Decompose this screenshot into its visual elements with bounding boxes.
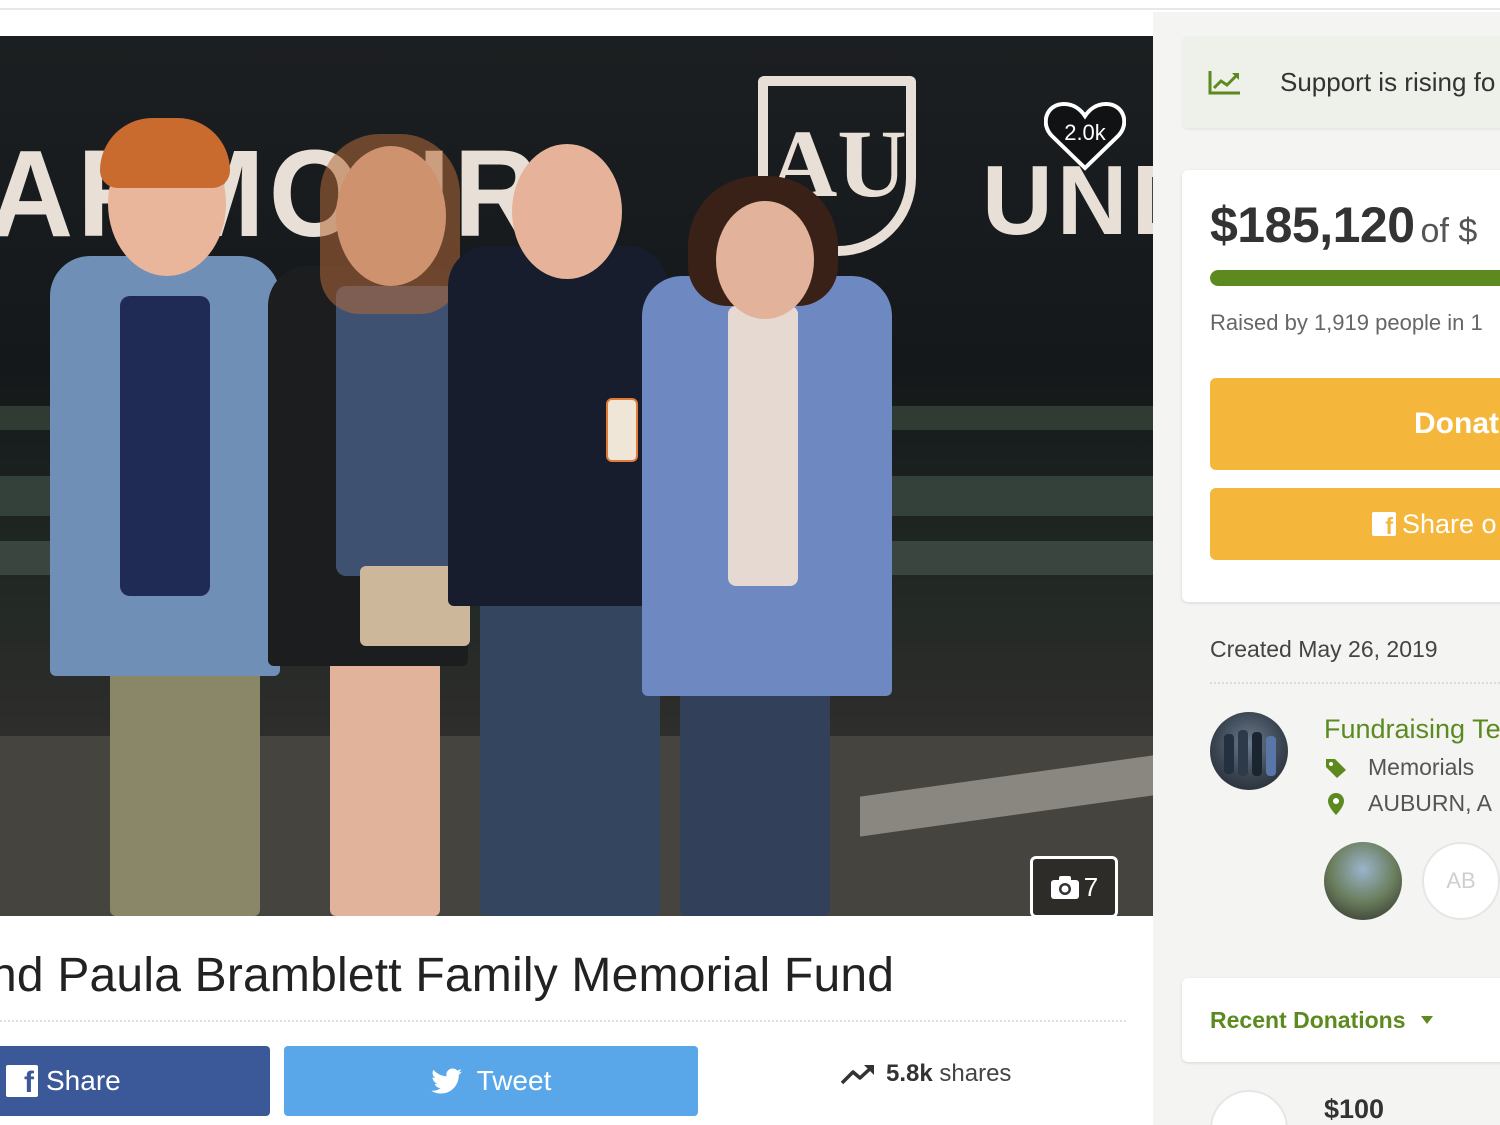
category-row[interactable]: Memorials	[1324, 754, 1474, 781]
tag-icon	[1326, 758, 1346, 778]
facebook-share-label: Share	[46, 1065, 121, 1096]
recent-donations-label: Recent Donations	[1210, 1006, 1406, 1033]
category-label: Memorials	[1368, 754, 1475, 780]
raised-by-text: Raised by 1,919 people in 1	[1210, 310, 1483, 335]
team-member-initials-avatar[interactable]: AB	[1422, 842, 1500, 920]
location-row: AUBURN, A	[1324, 790, 1492, 817]
top-border	[0, 0, 1500, 10]
created-divider	[1210, 682, 1500, 684]
share-on-facebook-label: Share o	[1402, 508, 1497, 539]
progress-bar	[1210, 270, 1500, 286]
trending-up-icon	[840, 1064, 875, 1085]
fundraising-team-link[interactable]: Fundraising Te	[1324, 714, 1500, 745]
like-badge[interactable]: 2.0k	[1044, 100, 1126, 172]
caret-down-icon	[1420, 1016, 1433, 1024]
camera-icon	[1050, 876, 1079, 899]
title-divider	[0, 1020, 1126, 1022]
chart-trend-icon	[1208, 71, 1240, 95]
share-on-facebook-button[interactable]: f Share o	[1210, 488, 1500, 560]
support-rising-text: Support is rising fo	[1280, 66, 1496, 97]
tweet-label: Tweet	[476, 1065, 552, 1096]
like-count: 2.0k	[1064, 120, 1106, 145]
amount-raised-value: $185,120	[1210, 197, 1415, 253]
campaign-photo[interactable]: ARMOUR AU UND	[0, 36, 1153, 916]
facebook-share-button[interactable]: f Share	[0, 1046, 270, 1116]
location-pin-icon	[1328, 792, 1344, 815]
created-date: Created May 26, 2019	[1210, 636, 1438, 662]
wall-lettering-left: ARMOUR	[0, 124, 543, 264]
facebook-icon: f	[6, 1065, 38, 1099]
share-count-suffix: shares	[939, 1060, 1012, 1087]
facebook-icon: f	[1372, 512, 1396, 539]
amount-goal-prefix: of $	[1420, 212, 1478, 250]
team-member-avatar[interactable]	[1324, 842, 1402, 920]
location-label: AUBURN, A	[1368, 790, 1492, 816]
progress-bar-fill	[1210, 270, 1500, 286]
donate-button[interactable]: Donat	[1210, 378, 1500, 470]
twitter-icon	[430, 1068, 462, 1093]
recent-donations-toggle[interactable]: Recent Donations	[1182, 978, 1500, 1062]
share-count-number: 5.8k	[886, 1060, 933, 1087]
campaign-title: nd Paula Bramblett Family Memorial Fund	[0, 949, 895, 1002]
amount-raised: $185,120 of $	[1210, 196, 1477, 254]
tweet-button[interactable]: Tweet	[284, 1046, 698, 1116]
donation-card: $185,120 of $ Raised by 1,919 people in 1…	[1182, 170, 1500, 602]
donation-amount: $100	[1324, 1094, 1385, 1124]
photo-gallery-button[interactable]: 7	[1030, 856, 1118, 916]
team-avatar[interactable]	[1210, 712, 1288, 790]
share-count: 5.8k shares	[840, 1056, 1011, 1092]
photo-count-label: 7	[1083, 871, 1099, 902]
page: ARMOUR AU UND	[0, 0, 1500, 1125]
support-rising-banner: Support is rising fo	[1182, 36, 1500, 128]
